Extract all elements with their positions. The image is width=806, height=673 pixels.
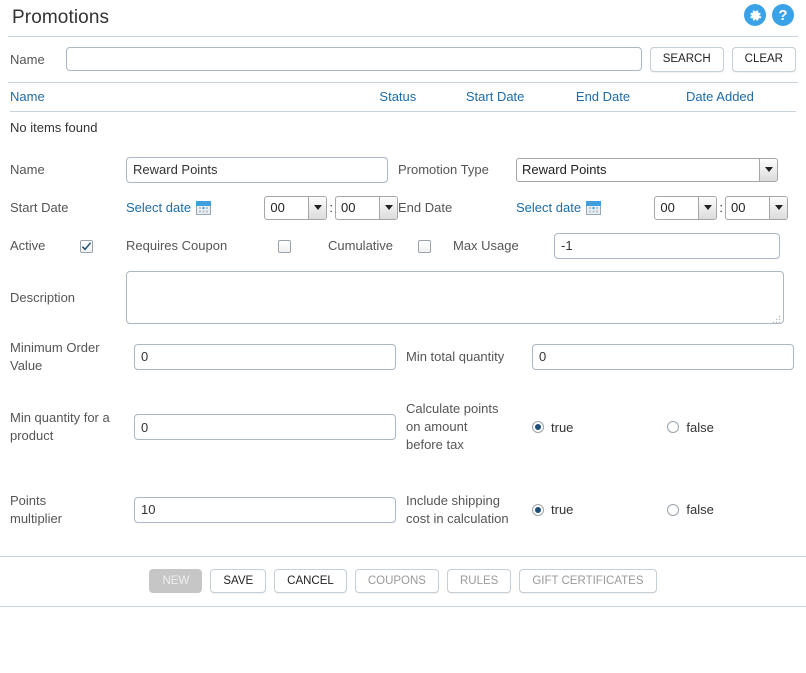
- results-table-wrapper: Name Status Start Date End Date Date Add…: [0, 83, 806, 141]
- chevron-down-icon: [698, 196, 717, 219]
- promotion-type-selected-value: Reward Points: [522, 162, 607, 178]
- chevron-down-icon: [769, 196, 787, 219]
- calculate-points-true-radio[interactable]: true: [532, 420, 573, 435]
- column-header-status[interactable]: Status: [379, 83, 465, 112]
- search-name-label: Name: [10, 51, 45, 67]
- coupons-button[interactable]: COUPONS: [354, 568, 439, 594]
- end-minute-value: 00: [731, 200, 746, 216]
- label-promotion-type: Promotion Type: [398, 161, 489, 177]
- column-header-date-added[interactable]: Date Added: [686, 83, 796, 112]
- results-table-head: Name Status Start Date End Date Date Add…: [10, 83, 796, 112]
- label-description: Description: [10, 289, 76, 305]
- start-time-separator: :: [329, 200, 333, 216]
- calculate-points-false-label: false: [686, 419, 714, 435]
- calculate-points-false-radio[interactable]: false: [667, 419, 714, 435]
- save-button[interactable]: SAVE: [210, 568, 267, 594]
- column-header-start-date[interactable]: Start Date: [466, 83, 576, 112]
- page-header: Promotions ?: [0, 0, 806, 36]
- label-requires-coupon: Requires Coupon: [126, 237, 228, 253]
- include-shipping-false-radio[interactable]: false: [667, 502, 714, 518]
- form-row-name: Name Promotion Type Reward Points: [10, 151, 796, 189]
- header-icon-group: ?: [744, 4, 794, 26]
- end-date-picker-label: Select date: [516, 200, 582, 216]
- label-min-quantity-product: Min quantity for a product: [10, 410, 110, 444]
- label-calculate-points: Calculate points on amount before tax: [406, 401, 499, 453]
- cancel-button[interactable]: CANCEL: [274, 568, 347, 594]
- min-total-quantity-input[interactable]: [532, 343, 794, 370]
- calendar-icon: [196, 200, 212, 215]
- requires-coupon-checkbox[interactable]: [278, 240, 291, 254]
- cumulative-checkbox[interactable]: [418, 240, 431, 254]
- start-minute-select[interactable]: 00: [335, 195, 398, 220]
- include-shipping-true-label: true: [551, 502, 574, 518]
- label-start-date: Start Date: [10, 199, 69, 215]
- clear-button[interactable]: CLEAR: [731, 47, 796, 72]
- end-minute-select[interactable]: 00: [725, 195, 788, 220]
- points-multiplier-input[interactable]: [134, 496, 396, 523]
- rules-button[interactable]: RULES: [446, 568, 512, 594]
- chevron-down-icon: [759, 158, 777, 181]
- form-row-minimums: Minimum Order Value Min total quantity: [10, 331, 796, 383]
- start-hour-select[interactable]: 00: [264, 195, 328, 220]
- gift-certificates-button[interactable]: GIFT CERTIFICATES: [519, 568, 657, 594]
- radio-indicator: [667, 503, 680, 516]
- label-points-multiplier: Points multiplier: [10, 492, 63, 526]
- column-header-end-date[interactable]: End Date: [576, 83, 686, 112]
- name-input[interactable]: [126, 156, 388, 183]
- column-header-name[interactable]: Name: [10, 83, 379, 112]
- label-end-date: End Date: [398, 199, 453, 215]
- form-row-dates: Start Date Select date 00: 00 End Date …: [10, 189, 796, 227]
- radio-indicator: [667, 421, 680, 434]
- promotion-type-select[interactable]: Reward Points: [516, 157, 778, 182]
- form-action-bar: NEW SAVE CANCEL COUPONS RULES GIFT CERTI…: [0, 555, 806, 608]
- results-empty-row: No items found: [10, 111, 796, 141]
- form-row-description: Description: [10, 265, 796, 331]
- radio-indicator: [532, 503, 544, 516]
- include-shipping-true-radio[interactable]: true: [532, 502, 573, 517]
- search-name-input[interactable]: [66, 47, 642, 72]
- no-items-found-message: No items found: [10, 119, 98, 135]
- chevron-down-icon: [308, 196, 327, 219]
- start-date-picker-label: Select date: [126, 200, 192, 216]
- label-minimum-order-value: Minimum Order Value: [10, 339, 100, 373]
- search-bar: Name SEARCH CLEAR: [0, 37, 806, 82]
- new-button[interactable]: NEW: [149, 568, 203, 594]
- form-row-min-quantity: Min quantity for a product Calculate poi…: [10, 383, 796, 472]
- search-button[interactable]: SEARCH: [649, 47, 724, 72]
- end-hour-select[interactable]: 00: [654, 195, 718, 220]
- include-shipping-false-label: false: [686, 502, 714, 518]
- description-textarea[interactable]: [126, 270, 784, 324]
- active-checkbox[interactable]: [80, 240, 93, 254]
- label-cumulative: Cumulative: [328, 237, 394, 253]
- results-header-row: Name Status Start Date End Date Date Add…: [10, 83, 796, 112]
- help-icon-glyph: ?: [778, 6, 788, 24]
- chevron-down-icon: [379, 196, 397, 219]
- results-table-body: No items found: [10, 111, 796, 141]
- radio-indicator: [532, 421, 544, 434]
- label-active: Active: [10, 237, 46, 253]
- promotion-form: Name Promotion Type Reward Points Start …: [0, 141, 806, 548]
- form-row-points-multiplier: Points multiplier Include shipping cost …: [10, 472, 796, 548]
- max-usage-input[interactable]: [554, 232, 780, 259]
- form-row-flags: Active Requires Coupon Cumulative Max Us…: [10, 227, 796, 265]
- end-date-picker-link[interactable]: Select date: [516, 200, 602, 216]
- label-include-shipping: Include shipping cost in calculation: [406, 492, 509, 526]
- label-max-usage: Max Usage: [453, 237, 519, 253]
- help-icon[interactable]: ?: [772, 4, 794, 26]
- description-field-wrapper: [126, 270, 784, 327]
- label-name: Name: [10, 161, 45, 177]
- start-minute-value: 00: [341, 200, 356, 216]
- start-date-picker-link[interactable]: Select date: [126, 200, 212, 216]
- gear-icon[interactable]: [744, 4, 766, 26]
- min-quantity-product-input[interactable]: [134, 414, 396, 441]
- calendar-icon: [586, 200, 602, 215]
- calculate-points-true-label: true: [551, 419, 574, 435]
- page-title: Promotions: [12, 7, 110, 28]
- end-time-separator: :: [719, 200, 723, 216]
- results-table: Name Status Start Date End Date Date Add…: [10, 83, 796, 141]
- label-min-total-quantity: Min total quantity: [406, 348, 505, 364]
- start-hour-value: 00: [270, 200, 285, 216]
- minimum-order-value-input[interactable]: [134, 343, 396, 370]
- end-hour-value: 00: [660, 200, 675, 216]
